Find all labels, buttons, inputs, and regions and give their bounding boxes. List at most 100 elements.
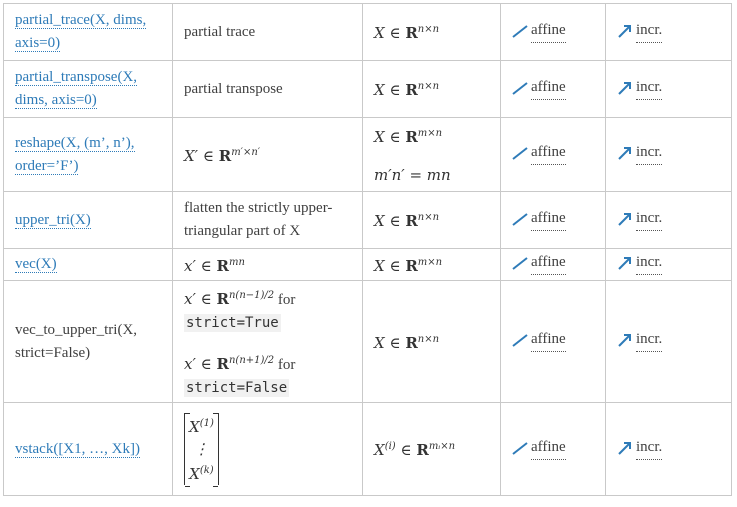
description-superscript: mn (228, 256, 245, 268)
function-link[interactable]: upper_tri(X) (15, 211, 91, 229)
table-row: partial_transpose(X, dims, axis=0) parti… (3, 60, 732, 118)
increasing-arrow-icon (618, 81, 631, 95)
curvature-label[interactable]: affine (531, 19, 566, 43)
table-row: vec(X) x′ ∈ Rmn X ∈ Rm×n affine incr. (3, 248, 732, 281)
domain-math: X ∈ Rn×n (374, 81, 439, 99)
curvature-label[interactable]: affine (531, 207, 566, 231)
domain-superscript: n×n (417, 24, 440, 35)
domain-cell: X ∈ Rn×n (362, 3, 501, 61)
code-strict-true: strict=True (184, 313, 281, 332)
table-row: upper_tri(X) flatten the strictly upper-… (3, 191, 732, 249)
curvature-cell: affine (500, 117, 606, 192)
description-cell: partial transpose (172, 60, 363, 118)
monotonicity-label[interactable]: incr. (636, 251, 663, 275)
description-cell: x′ ∈ Rmn (172, 248, 363, 281)
curvature-label[interactable]: affine (531, 76, 566, 100)
description-text: x′ ∈ R (184, 354, 229, 373)
domain-text: X ∈ R (374, 256, 418, 275)
domain-text: X ∈ R (374, 81, 418, 99)
description-math-strict-true: x′ ∈ Rn(n−1)/2 (184, 290, 274, 308)
domain-math: X ∈ Rn×n (374, 334, 439, 352)
description-math: X′ ∈ Rm′×n′ (184, 147, 260, 165)
monotonicity-label[interactable]: incr. (636, 141, 663, 165)
function-link[interactable]: reshape(X, (m’, n’), order=’F’) (15, 134, 135, 175)
function-cell: partial_trace(X, dims, axis=0) (3, 3, 173, 61)
domain-math: X ∈ Rm×n (374, 257, 442, 275)
table-row: reshape(X, (m’, n’), order=’F’) X′ ∈ Rm′… (3, 117, 732, 192)
increasing-arrow-icon (618, 257, 631, 270)
monotonicity-label[interactable]: incr. (636, 19, 663, 43)
monotonicity-cell: incr. (605, 191, 732, 249)
function-cell: upper_tri(X) (3, 191, 173, 249)
affine-line-icon (512, 257, 528, 270)
description-superscript: n(n−1)/2 (228, 289, 275, 301)
atoms-table: partial_trace(X, dims, axis=0) partial t… (3, 3, 732, 496)
domain-text: X (374, 441, 385, 459)
domain-text: X ∈ R (374, 24, 418, 42)
affine-line-icon (512, 81, 528, 95)
function-link[interactable]: partial_trace(X, dims, axis=0) (15, 12, 147, 52)
description-text: partial transpose (184, 80, 283, 97)
monotonicity-cell: incr. (605, 280, 732, 403)
description-tail: for (274, 356, 296, 373)
domain-cell: X ∈ Rn×n (362, 280, 501, 403)
domain-cell: X ∈ Rm×n m′n′ = mn (362, 117, 501, 192)
description-tail: for (274, 291, 296, 308)
stack-bottom-superscript: (k) (199, 465, 214, 476)
monotonicity-cell: incr. (605, 248, 732, 281)
function-cell: vec(X) (3, 248, 173, 281)
monotonicity-cell: incr. (605, 117, 732, 192)
description-math-strict-false: x′ ∈ Rn(n+1)/2 (184, 355, 274, 373)
domain-superscript: n×n (417, 81, 440, 92)
description-text: flatten the strictly upper-triangular pa… (184, 200, 333, 239)
stack-top: X (189, 418, 200, 436)
function-link[interactable]: partial_transpose(X, dims, axis=0) (15, 69, 138, 109)
curvature-label[interactable]: affine (531, 141, 566, 165)
monotonicity-cell: incr. (605, 3, 732, 61)
curvature-cell: affine (500, 191, 606, 249)
function-link[interactable]: vec(X) (15, 256, 57, 273)
domain-index-superscript: (i) (384, 441, 396, 452)
function-link[interactable]: vstack([X1, …, Xk]) (15, 440, 140, 458)
description-math: x′ ∈ Rmn (184, 257, 245, 275)
domain-math: X(i) ∈ Rmᵢ×n (374, 441, 455, 459)
domain-math: X ∈ Rn×n (374, 212, 439, 230)
domain-superscript: n×n (417, 333, 440, 345)
curvature-label[interactable]: affine (531, 251, 566, 275)
stack-ellipsis: ⋮ (193, 440, 209, 458)
description-cell: X(1) ⋮ X(k) (172, 402, 363, 496)
function-cell: vstack([X1, …, Xk]) (3, 402, 173, 496)
domain-text: X ∈ R (374, 127, 418, 146)
code-strict-false: strict=False (184, 378, 290, 397)
affine-line-icon (512, 441, 528, 455)
monotonicity-label[interactable]: incr. (636, 436, 663, 460)
description-cell: flatten the strictly upper-triangular pa… (172, 191, 363, 249)
curvature-label[interactable]: affine (531, 436, 566, 460)
monotonicity-label[interactable]: incr. (636, 328, 663, 352)
curvature-cell: affine (500, 280, 606, 403)
description-text: x′ ∈ R (184, 289, 229, 308)
monotonicity-cell: incr. (605, 402, 732, 496)
description-text: x′ ∈ R (184, 256, 229, 275)
table-row: vstack([X1, …, Xk]) X(1) ⋮ X(k) X(i) ∈ R… (3, 402, 732, 496)
domain-superscript: m×n (417, 127, 443, 139)
table-row: vec_to_upper_tri(X, strict=False) x′ ∈ R… (3, 280, 732, 403)
function-name: vec_to_upper_tri(X, strict=False) (15, 321, 138, 361)
domain-superscript: mᵢ×n (428, 441, 456, 452)
curvature-label[interactable]: affine (531, 328, 566, 352)
domain-cell: X(i) ∈ Rmᵢ×n (362, 402, 501, 496)
domain-superscript: m×n (417, 256, 443, 268)
curvature-cell: affine (500, 60, 606, 118)
stack-bottom: X (189, 465, 200, 483)
increasing-arrow-icon (618, 147, 631, 160)
monotonicity-label[interactable]: incr. (636, 76, 663, 100)
description-superscript: n(n+1)/2 (228, 354, 275, 366)
monotonicity-cell: incr. (605, 60, 732, 118)
description-text: partial trace (184, 23, 256, 40)
increasing-arrow-icon (618, 334, 631, 347)
monotonicity-label[interactable]: incr. (636, 207, 663, 231)
description-cell: x′ ∈ Rn(n−1)/2 for strict=True x′ ∈ Rn(n… (172, 280, 363, 403)
curvature-cell: affine (500, 402, 606, 496)
domain-math: X ∈ Rn×n (374, 24, 439, 42)
domain-cell: X ∈ Rm×n (362, 248, 501, 281)
